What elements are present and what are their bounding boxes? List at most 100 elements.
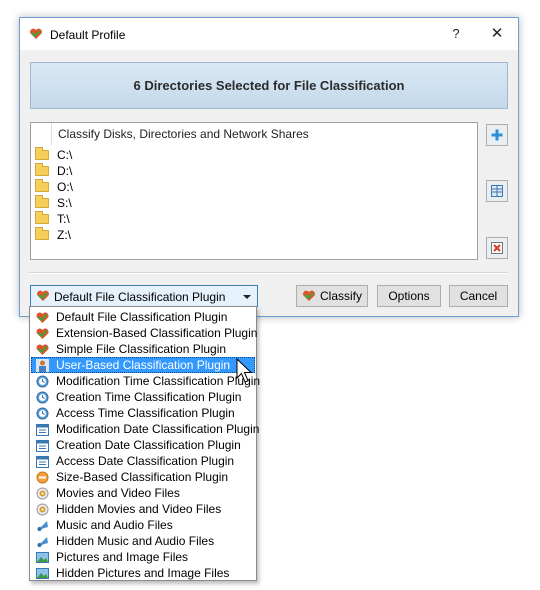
music-icon: [37, 520, 48, 531]
dropdown-option[interactable]: User-Based Classification Plugin: [31, 357, 255, 373]
plugin-icon: [36, 343, 49, 355]
dropdown-option[interactable]: Size-Based Classification Plugin: [31, 469, 255, 485]
calendar-icon: [36, 423, 49, 436]
dropdown-option[interactable]: Movies and Video Files: [31, 485, 255, 501]
profile-dialog: Default Profile ? ✕ 6 Directories Select…: [19, 17, 519, 317]
directory-path: O:\: [57, 180, 74, 194]
dropdown-option[interactable]: Music and Audio Files: [31, 517, 255, 533]
plugin-select[interactable]: Default File Classification Plugin: [30, 285, 258, 307]
dropdown-option-label: Access Time Classification Plugin: [56, 406, 235, 420]
clock-icon: [36, 375, 49, 387]
dropdown-option[interactable]: Hidden Pictures and Image Files: [31, 565, 255, 581]
dropdown-option[interactable]: Simple File Classification Plugin: [31, 341, 255, 357]
add-directory-button[interactable]: [486, 124, 508, 146]
list-header-label: Classify Disks, Directories and Network …: [58, 127, 309, 141]
dropdown-option-label: Creation Date Classification Plugin: [56, 438, 241, 452]
dropdown-option-label: Creation Time Classification Plugin: [56, 390, 242, 404]
list-item[interactable]: S:\: [35, 195, 72, 211]
help-button[interactable]: ?: [444, 21, 468, 47]
music-icon: [37, 536, 48, 547]
user-icon: [36, 358, 49, 372]
plugin-icon: [30, 28, 42, 39]
options-button[interactable]: Options: [377, 285, 441, 307]
list-item[interactable]: O:\: [35, 179, 73, 195]
classify-label: Classify: [319, 289, 362, 303]
plugin-icon: [36, 311, 49, 323]
dropdown-option-label: Hidden Movies and Video Files: [56, 502, 222, 516]
plugin-dropdown-list[interactable]: Default File Classification Plugin Extens…: [29, 306, 260, 581]
dropdown-option[interactable]: Modification Time Classification Plugin: [31, 373, 260, 389]
window-title: Default Profile: [50, 28, 126, 42]
dropdown-option-label: Extension-Based Classification Plugin: [56, 326, 258, 340]
dropdown-option-label: Movies and Video Files: [56, 486, 180, 500]
dropdown-option-label: Pictures and Image Files: [56, 550, 189, 564]
dropdown-option[interactable]: Access Time Classification Plugin: [31, 405, 255, 421]
plugin-select-value: Default File Classification Plugin: [54, 290, 226, 304]
plus-icon: [491, 129, 503, 141]
dropdown-option-label: Music and Audio Files: [56, 518, 173, 532]
dropdown-option-label: Simple File Classification Plugin: [56, 342, 227, 356]
list-item[interactable]: C:\: [35, 147, 72, 163]
size-icon: [36, 471, 49, 483]
dropdown-option[interactable]: Default File Classification Plugin: [31, 309, 255, 325]
directory-path: C:\: [57, 148, 73, 162]
cancel-button[interactable]: Cancel: [449, 285, 508, 307]
plugin-icon: [36, 327, 49, 339]
remove-directory-button[interactable]: [486, 237, 508, 259]
dropdown-option-label: Hidden Pictures and Image Files: [56, 566, 230, 580]
dropdown-option[interactable]: Creation Time Classification Plugin: [31, 389, 255, 405]
list-header-gutter: [31, 123, 52, 145]
dropdown-option-label: Default File Classification Plugin: [56, 310, 228, 324]
close-button[interactable]: ✕: [482, 21, 512, 47]
dropdown-option[interactable]: Hidden Movies and Video Files: [31, 501, 255, 517]
mouse-cursor-icon: [236, 358, 253, 383]
dropdown-option[interactable]: Access Date Classification Plugin: [31, 453, 255, 469]
dropdown-option[interactable]: Modification Date Classification Plugin: [31, 421, 259, 437]
dropdown-option-label: User-Based Classification Plugin: [56, 358, 231, 372]
video-icon: [36, 487, 49, 499]
title-bar: Default Profile ? ✕: [20, 18, 518, 50]
folder-icon: [35, 147, 49, 160]
picture-icon: [36, 567, 49, 579]
plugin-icon: [303, 290, 315, 301]
classify-button[interactable]: Classify: [296, 285, 368, 307]
selection-banner: 6 Directories Selected for File Classifi…: [30, 62, 508, 109]
list-item[interactable]: Z:\: [35, 227, 71, 243]
columns-button[interactable]: [486, 180, 508, 202]
clock-icon: [36, 391, 49, 403]
directory-path: Z:\: [57, 228, 71, 242]
dropdown-option[interactable]: Hidden Music and Audio Files: [31, 533, 255, 549]
cancel-label: Cancel: [459, 289, 498, 303]
calendar-icon: [36, 455, 49, 468]
calendar-icon: [36, 439, 49, 452]
folder-icon: [35, 179, 49, 192]
columns-icon: [491, 185, 503, 197]
folder-icon: [35, 211, 49, 224]
dropdown-option-label: Size-Based Classification Plugin: [56, 470, 229, 484]
dropdown-option[interactable]: Pictures and Image Files: [31, 549, 255, 565]
list-item[interactable]: T:\: [35, 211, 70, 227]
directory-path: D:\: [57, 164, 73, 178]
list-item[interactable]: D:\: [35, 163, 72, 179]
chevron-down-icon[interactable]: [243, 295, 251, 299]
plugin-icon: [37, 290, 49, 301]
dropdown-option[interactable]: Extension-Based Classification Plugin: [31, 325, 258, 341]
list-header: Classify Disks, Directories and Network …: [31, 123, 477, 146]
clock-icon: [36, 407, 49, 419]
picture-icon: [36, 551, 49, 563]
folder-icon: [35, 195, 49, 208]
dropdown-option-label: Modification Time Classification Plugin: [56, 374, 261, 388]
delete-icon: [491, 242, 503, 254]
directory-path: T:\: [57, 212, 70, 226]
dropdown-option-label: Hidden Music and Audio Files: [56, 534, 215, 548]
separator: [30, 272, 508, 274]
folder-icon: [35, 227, 49, 240]
folder-icon: [35, 163, 49, 176]
directory-path: S:\: [57, 196, 72, 210]
dropdown-option-label: Access Date Classification Plugin: [56, 454, 235, 468]
directory-list[interactable]: Classify Disks, Directories and Network …: [30, 122, 478, 260]
video-icon: [36, 503, 49, 515]
dropdown-option-label: Modification Date Classification Plugin: [56, 422, 260, 436]
dropdown-option[interactable]: Creation Date Classification Plugin: [31, 437, 255, 453]
options-label: Options: [388, 289, 430, 303]
